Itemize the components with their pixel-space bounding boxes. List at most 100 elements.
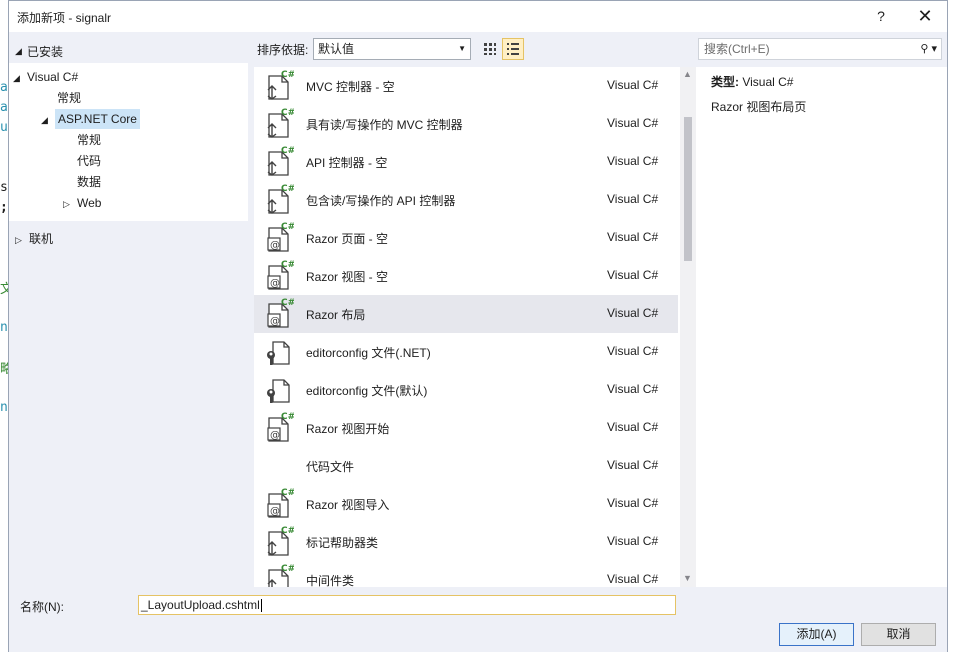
template-list-item[interactable]: editorconfig 文件(默认) Visual C# [254, 371, 678, 409]
template-name: 包含读/写操作的 API 控制器 [306, 194, 456, 208]
template-language: Visual C# [607, 344, 659, 358]
template-list-item[interactable]: editorconfig 文件(.NET) Visual C# [254, 333, 678, 371]
none [262, 450, 294, 482]
search-input[interactable]: 搜索(Ctrl+E) ⚲ ▾ [698, 38, 942, 60]
template-list-item[interactable]: C# API 控制器 - 空 Visual C# [254, 143, 678, 181]
template-language: Visual C# [607, 306, 659, 320]
name-label: 名称(N): [20, 600, 64, 614]
template-list-item[interactable]: C# @ Razor 布局 Visual C# [254, 295, 678, 333]
razor-icon: C#@ [267, 488, 294, 518]
name-field[interactable]: _LayoutUpload.cshtml [138, 595, 676, 615]
close-button[interactable]: ✕ [911, 5, 939, 27]
add-new-item-dialog: 添加新项 - signalr ? ✕ ◢ 已安装 ◢ Visual C# 常规 ◢… [8, 0, 948, 652]
controller-icon: C# [267, 526, 294, 556]
scroll-up-icon[interactable]: ▲ [683, 69, 692, 79]
template-list-item[interactable]: C# @ Razor 视图导入 Visual C# [254, 485, 678, 523]
bottom-bar: 名称(N): _LayoutUpload.cshtml 添加(A) 取消 [9, 589, 947, 652]
background-glyph: s [0, 180, 8, 195]
razor-icon: C#@ [267, 412, 294, 442]
tree-item-label: ASP.NET Core [55, 109, 140, 129]
list-view-button[interactable] [502, 38, 524, 60]
template-list-item[interactable]: 代码文件 Visual C# [254, 447, 678, 485]
tree-item-label: 联机 [29, 232, 54, 246]
config-file-icon [267, 341, 290, 365]
svg-text:@: @ [270, 506, 280, 517]
template-language: Visual C# [607, 572, 659, 586]
svg-text:C#: C# [281, 298, 294, 308]
sort-by-dropdown[interactable]: 默认值 ▼ [313, 38, 471, 60]
template-name: MVC 控制器 - 空 [306, 80, 395, 94]
tree-item-label: Web [77, 196, 102, 210]
background-glyph: n [0, 400, 8, 415]
svg-text:C#: C# [281, 222, 294, 232]
template-list: C# 中间件类 Visual C# C# 标记帮助器类 Visual C# C# @ Razor… [254, 67, 698, 587]
grid-view-button[interactable] [479, 38, 501, 60]
tree-item-label: 常规 [57, 91, 82, 105]
category-tree: ◢ Visual C# 常规 ◢ ASP.NET Core 常规 代码 数据 ▷ We… [9, 63, 248, 221]
tree-item-label: 代码 [77, 154, 102, 168]
tree-item-web[interactable]: ▷ Web [63, 193, 101, 213]
cancel-button[interactable]: 取消 [861, 623, 936, 646]
template-list-item[interactable]: C# MVC 控制器 - 空 Visual C# [254, 67, 678, 105]
config-file-icon [267, 379, 290, 403]
controller-icon: C# [267, 70, 294, 100]
sort-by-label: 排序依据: [257, 43, 309, 57]
collapsed-arrow-icon: ▷ [15, 235, 22, 245]
template-list-item[interactable]: C# @ Razor 视图 - 空 Visual C# [254, 257, 678, 295]
title-bar: 添加新项 - signalr ? ✕ [9, 1, 947, 32]
background-glyph: ; [0, 200, 8, 215]
svg-text:C#: C# [281, 526, 294, 536]
description-type: 类型: Visual C# [711, 73, 793, 90]
template-list-item[interactable]: C# 具有读/写操作的 MVC 控制器 Visual C# [254, 105, 678, 143]
svg-text:@: @ [270, 430, 280, 441]
background-glyph: n [0, 320, 8, 335]
template-list-item[interactable]: C# @ Razor 页面 - 空 Visual C# [254, 219, 678, 257]
template-name: 中间件类 [306, 574, 355, 587]
template-language: Visual C# [607, 154, 659, 168]
grid-view-icon [484, 43, 496, 55]
dialog-title: 添加新项 - signalr [17, 11, 112, 25]
background-editor-edge: a a u s ; 文 n 略 n [0, 0, 13, 660]
tree-item-online[interactable]: ▷ 联机 [15, 229, 53, 249]
tree-item-label: Visual C# [27, 70, 79, 84]
template-language: Visual C# [607, 382, 659, 396]
tree-item-visual-csharp[interactable]: ◢ Visual C# [13, 67, 78, 87]
template-name: editorconfig 文件(.NET) [306, 346, 431, 360]
template-language: Visual C# [607, 534, 659, 548]
template-list-item[interactable]: C# @ Razor 视图开始 Visual C# [254, 409, 678, 447]
vertical-scrollbar[interactable]: ▲ ▼ [680, 67, 696, 587]
category-pane: ◢ 已安装 ◢ Visual C# 常规 ◢ ASP.NET Core 常规 代码 … [9, 36, 248, 586]
svg-text:C#: C# [281, 412, 294, 422]
tree-item-general[interactable]: 常规 [77, 130, 101, 150]
template-list-item[interactable]: C# 包含读/写操作的 API 控制器 Visual C# [254, 181, 678, 219]
svg-text:@: @ [270, 278, 280, 289]
name-value: _LayoutUpload.cshtml [141, 598, 260, 612]
text-cursor [260, 599, 262, 613]
tree-item-general[interactable]: 常规 [57, 88, 81, 108]
svg-text:C#: C# [281, 70, 294, 80]
search-icon[interactable]: ⚲ ▾ [920, 39, 937, 59]
template-name: 标记帮助器类 [306, 536, 379, 550]
tree-item-code[interactable]: 代码 [77, 151, 101, 171]
scrollbar-thumb[interactable] [684, 117, 692, 261]
add-button[interactable]: 添加(A) [779, 623, 854, 646]
template-name: Razor 视图 - 空 [306, 270, 389, 284]
tree-item-aspnet-core[interactable]: ◢ ASP.NET Core [41, 109, 140, 129]
razor-icon: C#@ [267, 298, 294, 328]
installed-header[interactable]: ◢ 已安装 [15, 42, 63, 60]
template-name: Razor 布局 [306, 308, 366, 322]
tree-item-label: 常规 [77, 133, 102, 147]
template-name: API 控制器 - 空 [306, 156, 388, 170]
chevron-down-icon: ▼ [458, 44, 466, 53]
controller-icon: C# [267, 564, 294, 587]
svg-text:C#: C# [281, 146, 294, 156]
collapsed-arrow-icon: ▷ [63, 199, 70, 209]
svg-text:C#: C# [281, 564, 294, 574]
template-list-item[interactable]: C# 中间件类 Visual C# [254, 561, 678, 587]
template-list-item[interactable]: C# 标记帮助器类 Visual C# [254, 523, 678, 561]
scroll-down-icon[interactable]: ▼ [683, 573, 692, 583]
controller-icon: C# [267, 184, 294, 214]
svg-text:C#: C# [281, 488, 294, 498]
tree-item-data[interactable]: 数据 [77, 172, 101, 192]
help-button[interactable]: ? [869, 5, 893, 27]
